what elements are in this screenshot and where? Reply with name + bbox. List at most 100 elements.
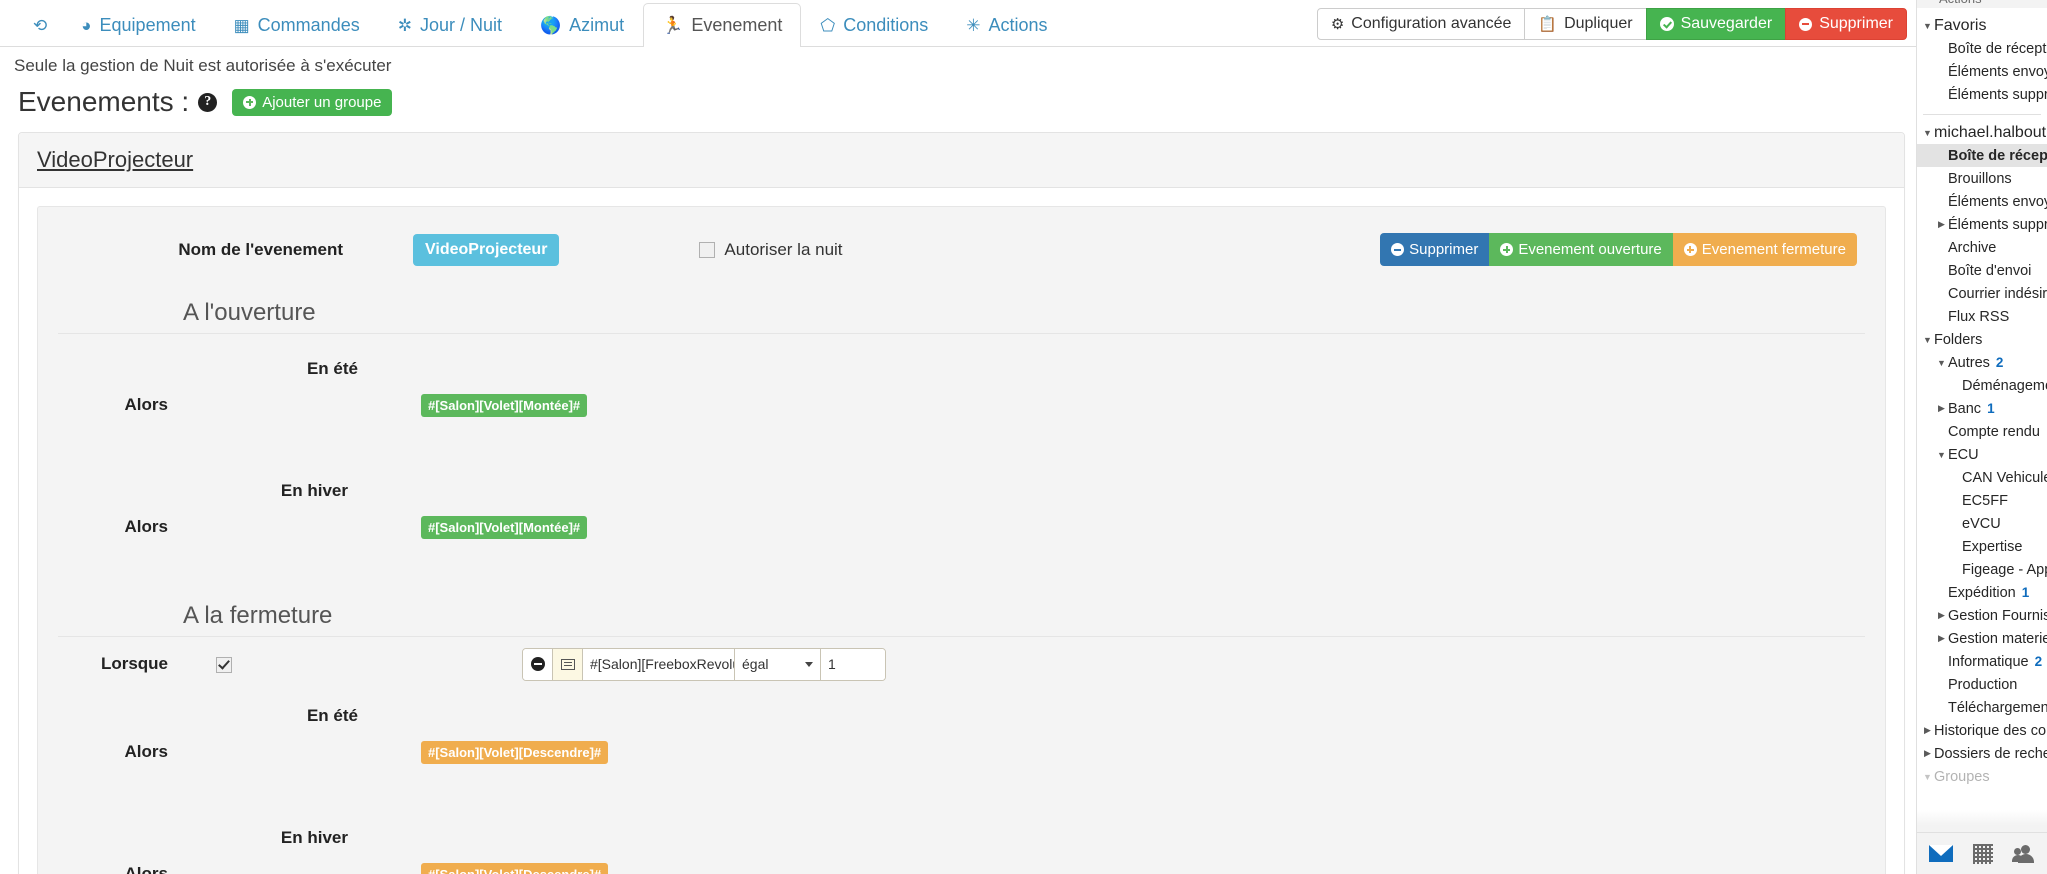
outlook-folder-item[interactable]: ▶ Gestion materiel xyxy=(1917,627,2047,650)
help-icon[interactable]: ? xyxy=(198,92,218,112)
outlook-folder-item[interactable]: EC5FF xyxy=(1917,489,2047,512)
condition-operator-select[interactable]: égal xyxy=(735,648,821,680)
outlook-folder-label: Éléments envoyés xyxy=(1948,63,2047,80)
calendar-icon[interactable] xyxy=(1973,843,1993,864)
outlook-folder-item[interactable]: Courrier indésirable xyxy=(1917,282,2047,305)
tab-jour-nuit[interactable]: ✲ Jour / Nuit xyxy=(379,3,521,47)
minus-circle-icon xyxy=(1799,17,1813,31)
event-group-title[interactable]: VideoProjecteur xyxy=(37,147,193,172)
outlook-folder-item[interactable]: ▶Historique des conversations xyxy=(1917,719,2047,742)
outlook-folder-label: Téléchargement xyxy=(1948,699,2047,716)
outlook-folder-item[interactable]: ▼ Folders xyxy=(1917,328,2047,351)
tab-label: Actions xyxy=(988,15,1048,35)
outlook-folder-label: Boîte d'envoi xyxy=(1948,262,2032,279)
outlook-folder-item[interactable]: Expertise xyxy=(1917,535,2047,558)
tab-label: Jour / Nuit xyxy=(419,15,502,35)
condition-expression-input[interactable]: #[Salon][FreeboxRevolution] xyxy=(583,648,735,680)
add-group-button[interactable]: Ajouter un groupe xyxy=(232,88,393,116)
tab-conditions[interactable]: ⬠ Conditions xyxy=(801,3,947,47)
button-label: Sauvegarder xyxy=(1680,15,1773,32)
outlook-folder-item[interactable]: Flux RSS xyxy=(1917,305,2047,328)
outlook-folder-label: Groupes xyxy=(1934,768,1990,785)
condition-widget: #[Salon][FreeboxRevolution] égal 1 xyxy=(522,647,886,681)
outlook-folder-label: Gestion Fournisseurs xyxy=(1948,607,2047,624)
outlook-folder-label: Brouillons xyxy=(1948,170,2012,187)
outlook-folder-label: Gestion materiel xyxy=(1948,630,2047,647)
when-label: Lorsque xyxy=(100,654,168,673)
tab-label: Commandes xyxy=(257,15,360,35)
when-checkbox[interactable] xyxy=(216,656,232,673)
outlook-folder-item[interactable]: Déménagement xyxy=(1917,374,2047,397)
asterisk-icon: ✳ xyxy=(966,16,981,35)
sun-icon: ✲ xyxy=(397,16,412,35)
outlook-folder-item[interactable]: ▼ ECU xyxy=(1917,443,2047,466)
tab-commandes[interactable]: ▦ Commandes xyxy=(215,3,379,47)
outlook-folder-item[interactable]: Boîte d'envoi xyxy=(1917,259,2047,282)
action-tag[interactable]: #[Salon][Volet][Descendre]# xyxy=(421,740,609,764)
outlook-folder-item[interactable]: Éléments supprimés xyxy=(1917,83,2047,106)
button-label: Dupliquer xyxy=(1564,15,1633,32)
dashboard-icon: ◕ xyxy=(81,16,92,35)
sauvegarder-button[interactable]: Sauvegarder xyxy=(1645,8,1787,40)
minus-circle-icon xyxy=(530,657,545,671)
event-supprimer-button[interactable]: Supprimer xyxy=(1380,233,1490,266)
outlook-folder-label: Éléments envoyés xyxy=(1948,193,2047,210)
outlook-folder-item[interactable]: Production xyxy=(1917,673,2047,696)
plus-circle-icon xyxy=(243,95,257,109)
condition-picker-button[interactable] xyxy=(553,648,583,680)
section-fermeture-legend: A la fermeture xyxy=(58,602,1865,637)
action-tag[interactable]: #[Salon][Volet][Descendre]# xyxy=(421,862,609,874)
dupliquer-button[interactable]: 📋 Dupliquer xyxy=(1524,8,1647,40)
outlook-folder-item[interactable]: Informatique 2 xyxy=(1917,650,2047,673)
condition-remove-button[interactable] xyxy=(523,648,553,680)
tab-back[interactable]: ⟲ xyxy=(14,3,62,47)
outlook-folder-item[interactable]: CAN Vehicule xyxy=(1917,466,2047,489)
action-tag[interactable]: #[Salon][Volet][Montée]# xyxy=(421,393,588,417)
mail-icon[interactable] xyxy=(1929,845,1953,862)
outlook-folder-item[interactable]: ▼ Autres 2 xyxy=(1917,351,2047,374)
notice-text: Seule la gestion de Nuit est autorisée à… xyxy=(14,56,392,75)
outlook-module-bar xyxy=(1917,832,2047,874)
outlook-separator xyxy=(1923,114,2041,115)
outlook-folder-item[interactable]: Figeage - Application xyxy=(1917,558,2047,581)
outlook-folder-item[interactable]: Téléchargement xyxy=(1917,696,2047,719)
tab-label: Evenement xyxy=(691,15,783,35)
outlook-folder-item[interactable]: Boîte de réception xyxy=(1917,144,2047,167)
outlook-folder-item[interactable]: ▶Gestion Fournisseurs xyxy=(1917,604,2047,627)
outlook-folder-item[interactable]: ▼ Groupes xyxy=(1917,765,2047,788)
event-name-value[interactable]: VideoProjecteur xyxy=(413,234,560,266)
tab-evenement[interactable]: 🏃 Evenement xyxy=(643,3,802,47)
chevron-down-icon: ▼ xyxy=(1937,357,1946,368)
tab-bar: ⟲ ◕ Equipement ▦ Commandes ✲ Jour / Nuit… xyxy=(0,0,1917,47)
outlook-folder-item[interactable]: ▶Dossiers de recherche xyxy=(1917,742,2047,765)
chevron-down-icon: ▼ xyxy=(1923,127,1932,138)
outlook-folder-item[interactable]: Brouillons xyxy=(1917,167,2047,190)
outlook-folder-item[interactable]: Éléments envoyés xyxy=(1917,60,2047,83)
tab-azimut[interactable]: 🌎 Azimut xyxy=(521,3,643,47)
jeedom-app: ⟲ ◕ Equipement ▦ Commandes ✲ Jour / Nuit… xyxy=(0,0,1917,874)
tab-equipement[interactable]: ◕ Equipement xyxy=(62,3,214,47)
outlook-folder-item[interactable]: ▼ michael.halbout xyxy=(1917,121,2047,144)
people-icon[interactable] xyxy=(2012,844,2037,863)
outlook-folder-label: Éléments supprimés xyxy=(1948,216,2047,233)
outlook-folder-item[interactable]: ▼ Favoris xyxy=(1917,14,2047,37)
allow-night-checkbox[interactable] xyxy=(699,242,716,258)
outlook-folder-item[interactable]: ▶ Banc 1 xyxy=(1917,397,2047,420)
outlook-folder-item[interactable]: Compte rendu xyxy=(1917,420,2047,443)
event-box: Nom de l'evenement VideoProjecteur Autor… xyxy=(37,206,1886,874)
outlook-folder-item[interactable]: Boîte de réception xyxy=(1917,37,2047,60)
supprimer-button[interactable]: Supprimer xyxy=(1785,8,1907,40)
tab-actions[interactable]: ✳ Actions xyxy=(947,3,1066,47)
event-ouverture-button[interactable]: Evenement ouverture xyxy=(1489,233,1673,266)
chevron-right-icon: ▶ xyxy=(1938,633,1945,643)
outlook-folder-item[interactable]: eVCU xyxy=(1917,512,2047,535)
event-fermeture-button[interactable]: Evenement fermeture xyxy=(1672,233,1857,266)
outlook-folder-item[interactable]: Expédition 1 xyxy=(1917,581,2047,604)
condition-value-input[interactable]: 1 xyxy=(821,648,885,680)
outlook-folder-item[interactable]: Éléments envoyés xyxy=(1917,190,2047,213)
action-tag[interactable]: #[Salon][Volet][Montée]# xyxy=(421,515,588,539)
outlook-folder-item[interactable]: ▶Éléments supprimés xyxy=(1917,213,2047,236)
outlook-folder-label: CAN Vehicule xyxy=(1962,469,2047,486)
configuration-avancee-button[interactable]: ⚙ Configuration avancée xyxy=(1316,8,1526,40)
outlook-folder-item[interactable]: Archive xyxy=(1917,236,2047,259)
